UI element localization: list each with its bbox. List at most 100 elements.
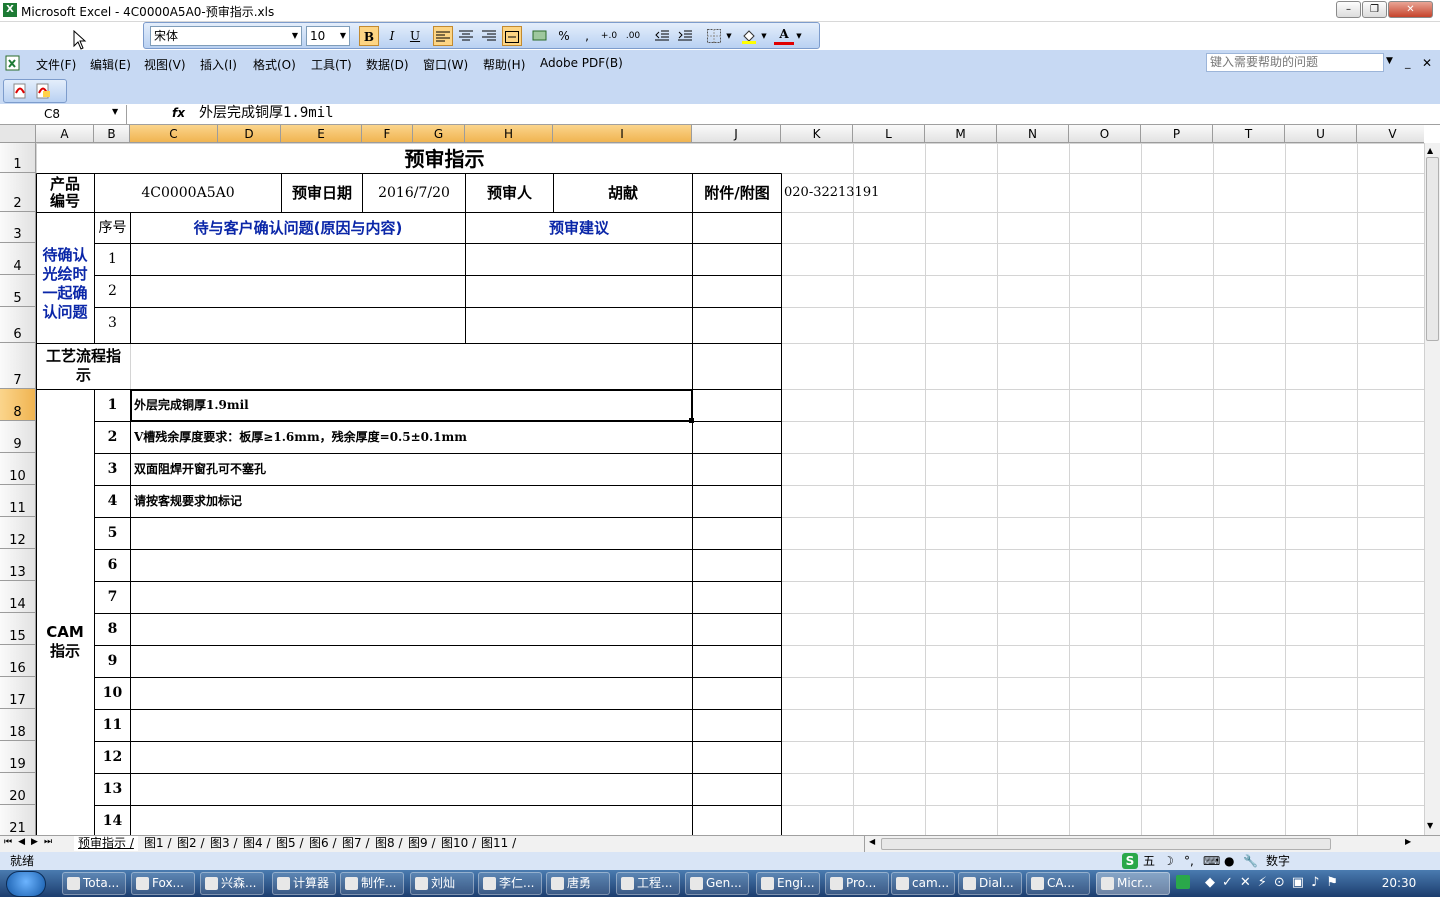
row-header-17[interactable]: 17 (0, 677, 36, 709)
ime-logo-icon[interactable]: S (1122, 853, 1138, 869)
worksheet-grid[interactable]: ABCDEFGHIJKLMNOPTUV 1 2 3 4 5 6 7 8 9 10 11 12 13 14 1… (0, 125, 1424, 835)
decrease-decimal-button[interactable]: .00 (623, 26, 643, 46)
cam-seq-11[interactable]: 11 (95, 710, 130, 741)
taskbar-item-15[interactable]: CA... (1026, 872, 1090, 895)
scroll-right-icon[interactable]: ▶ (1405, 837, 1411, 846)
product-code[interactable]: 4C0000A5A0 (95, 174, 281, 212)
align-left-button[interactable] (433, 26, 453, 46)
review-date[interactable]: 2016/7/20 (363, 174, 465, 212)
row-header-4[interactable]: 4 (0, 243, 36, 275)
taskbar-item-3[interactable]: 兴森... (200, 872, 264, 895)
menu-view[interactable]: 视图(V) (144, 56, 186, 73)
user-icon[interactable]: ● (1224, 852, 1234, 870)
italic-button[interactable]: I (382, 26, 402, 46)
chevron-down-icon[interactable]: ▼ (759, 26, 769, 46)
clock[interactable]: 20:30 (1372, 870, 1426, 897)
cam-seq-10[interactable]: 10 (95, 678, 130, 709)
pdf-email-icon[interactable] (35, 83, 51, 99)
row-header-16[interactable]: 16 (0, 645, 36, 677)
menu-file[interactable]: 文件(F) (36, 56, 76, 73)
row-header-11[interactable]: 11 (0, 485, 36, 517)
sheet-tab-9[interactable]: 图8 / (375, 836, 403, 851)
keyboard-icon[interactable]: ⌨ (1203, 852, 1220, 870)
menu-help[interactable]: 帮助(H) (483, 56, 525, 73)
increase-decimal-button[interactable]: +.0 (599, 26, 619, 46)
cam-item-1[interactable]: 外层完成铜厚1.9mil (134, 390, 690, 421)
system-tray-icons[interactable]: ◆✓✕⚡⊙▣♪⚑ (1205, 875, 1345, 890)
fill-color-button[interactable] (739, 26, 759, 46)
column-header-U[interactable]: U (1285, 125, 1357, 143)
select-all-corner[interactable] (0, 125, 36, 143)
underline-button[interactable]: U (405, 26, 425, 46)
sheet-tab-5[interactable]: 图4 / (243, 836, 271, 851)
row-header-8[interactable]: 8 (0, 389, 36, 421)
wrench-icon[interactable]: 🔧 (1243, 852, 1258, 870)
vertical-scrollbar[interactable]: ▲ ▼ (1424, 143, 1440, 835)
currency-button[interactable] (530, 26, 550, 46)
cam-item-3[interactable]: 双面阻焊开窗孔可不塞孔 (134, 454, 690, 485)
taskbar-item-14[interactable]: Dial... (958, 872, 1022, 895)
cam-seq-4[interactable]: 4 (95, 486, 130, 517)
taskbar-item-7[interactable]: 李仁... (478, 872, 542, 895)
row-header-12[interactable]: 12 (0, 517, 36, 549)
sheet-tab-1[interactable]: 预审指示 / (74, 836, 138, 851)
row-header-15[interactable]: 15 (0, 613, 36, 645)
taskbar-item-1[interactable]: Tota... (62, 872, 126, 895)
reviewer-name[interactable]: 胡献 (554, 174, 692, 212)
pdf-convert-icon[interactable] (12, 83, 28, 99)
review-date-label[interactable]: 预审日期 (282, 174, 362, 212)
column-header-I[interactable]: I (553, 125, 692, 143)
column-header-V[interactable]: V (1357, 125, 1424, 143)
cam-seq-2[interactable]: 2 (95, 422, 130, 453)
taskbar-item-4[interactable]: 计算器 (272, 872, 336, 895)
pending-label[interactable]: 待确认光绘时一起确认问题 (37, 244, 93, 343)
font-color-button[interactable]: A (774, 26, 794, 45)
horizontal-scroll-thumb[interactable] (881, 838, 1331, 850)
menu-format[interactable]: 格式(O) (253, 56, 296, 73)
excel-doc-icon[interactable] (4, 55, 22, 71)
font-name-combo[interactable]: 宋体 ▼ (150, 26, 302, 46)
scroll-left-icon[interactable]: ◀ (869, 837, 875, 846)
row-header-9[interactable]: 9 (0, 421, 36, 453)
cam-seq-13[interactable]: 13 (95, 774, 130, 805)
cam-seq-7[interactable]: 7 (95, 582, 130, 613)
row-header-7[interactable]: 7 (0, 343, 36, 389)
restore-button[interactable]: ❐ (1362, 1, 1387, 18)
cam-seq-6[interactable]: 6 (95, 550, 130, 581)
row-header-3[interactable]: 3 (0, 212, 36, 243)
help-search-input[interactable]: 键入需要帮助的问题 (1206, 53, 1384, 72)
tab-scroll-buttons[interactable]: ⏮◀▶⏭ (4, 837, 58, 847)
punct-icon[interactable]: °, (1184, 852, 1194, 870)
font-size-combo[interactable]: 10 ▼ (306, 26, 350, 46)
column-header-L[interactable]: L (853, 125, 925, 143)
column-header-P[interactable]: P (1141, 125, 1213, 143)
workbook-minimize-icon[interactable]: _ (1405, 56, 1411, 69)
tray-ime-icon[interactable] (1176, 875, 1190, 889)
taskbar-item-5[interactable]: 制作... (340, 872, 404, 895)
sheet-title[interactable]: 预审指示 (36, 145, 853, 173)
scroll-down-icon[interactable]: ▼ (1427, 821, 1433, 830)
sheet-tab-6[interactable]: 图5 / (276, 836, 304, 851)
chevron-down-icon[interactable]: ▼ (112, 107, 118, 116)
sheet-tab-3[interactable]: 图2 / (177, 836, 205, 851)
chevron-down-icon[interactable]: ▼ (337, 27, 349, 45)
scroll-up-icon[interactable]: ▲ (1427, 146, 1433, 155)
column-header-K[interactable]: K (781, 125, 853, 143)
sheet-tab-2[interactable]: 图1 / (144, 836, 172, 851)
row-header-1[interactable]: 1 (0, 143, 36, 173)
cam-item-2[interactable]: V槽残余厚度要求：板厚≥1.6mm，残余厚度=0.5±0.1mm (134, 422, 690, 453)
row-header-19[interactable]: 19 (0, 741, 36, 773)
cam-item-4[interactable]: 请按客规要求加标记 (134, 486, 690, 517)
taskbar-item-12[interactable]: Pro... (825, 872, 889, 895)
taskbar-item-9[interactable]: 工程... (616, 872, 680, 895)
name-box[interactable]: C8 (0, 105, 127, 124)
column-header-B[interactable]: B (94, 125, 130, 143)
cam-seq-12[interactable]: 12 (95, 742, 130, 773)
merge-center-button[interactable] (502, 26, 522, 46)
percent-button[interactable]: % (554, 26, 574, 46)
pending-seq-2[interactable]: 2 (95, 276, 130, 307)
column-header-N[interactable]: N (997, 125, 1069, 143)
sheet-tab-8[interactable]: 图7 / (342, 836, 370, 851)
column-header-O[interactable]: O (1069, 125, 1141, 143)
column-header-D[interactable]: D (218, 125, 281, 143)
